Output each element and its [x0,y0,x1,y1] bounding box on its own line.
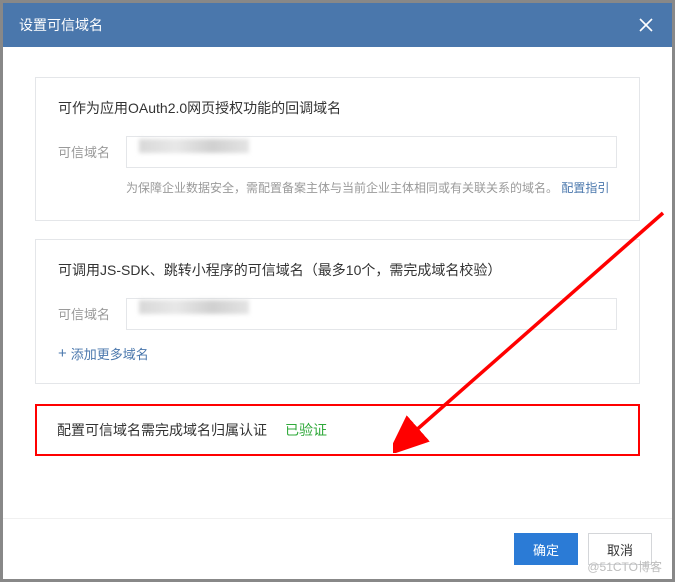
verify-section: 配置可信域名需完成域名归属认证 已验证 [35,404,640,456]
jssdk-section: 可调用JS-SDK、跳转小程序的可信域名（最多10个，需完成域名校验） 可信域名… [35,239,640,384]
config-guide-link[interactable]: 配置指引 [561,181,609,195]
close-icon [639,18,653,32]
confirm-button[interactable]: 确定 [514,533,578,565]
add-more-label: 添加更多域名 [71,344,149,363]
redacted-domain [139,139,249,153]
watermark: @51CTO博客 [587,558,662,575]
verify-text: 配置可信域名需完成域名归属认证 [57,420,267,440]
dialog-header: 设置可信域名 [3,3,672,47]
oauth-section-title: 可作为应用OAuth2.0网页授权功能的回调域名 [58,98,617,118]
oauth-section: 可作为应用OAuth2.0网页授权功能的回调域名 可信域名 为保障企业数据安全，… [35,77,640,221]
verify-status: 已验证 [285,420,327,440]
oauth-hint: 为保障企业数据安全，需配置备案主体与当前企业主体相同或有关联关系的域名。 配置指… [126,178,617,200]
add-more-domain-button[interactable]: + 添加更多域名 [58,344,617,363]
dialog-title: 设置可信域名 [19,15,103,35]
jssdk-domain-input[interactable] [126,298,617,330]
jssdk-field-label: 可信域名 [58,298,114,323]
dialog-footer: 确定 取消 [3,518,672,579]
close-button[interactable] [636,15,656,35]
jssdk-field-row: 可信域名 [58,298,617,330]
oauth-domain-input[interactable] [126,136,617,168]
trusted-domain-dialog: 设置可信域名 可作为应用OAuth2.0网页授权功能的回调域名 可信域名 为保障… [3,3,672,579]
oauth-field-label: 可信域名 [58,136,114,161]
plus-icon: + [58,346,67,361]
oauth-field-row: 可信域名 为保障企业数据安全，需配置备案主体与当前企业主体相同或有关联关系的域名… [58,136,617,200]
dialog-body: 可作为应用OAuth2.0网页授权功能的回调域名 可信域名 为保障企业数据安全，… [3,47,672,518]
redacted-domain [139,300,249,314]
jssdk-section-title: 可调用JS-SDK、跳转小程序的可信域名（最多10个，需完成域名校验） [58,260,617,280]
